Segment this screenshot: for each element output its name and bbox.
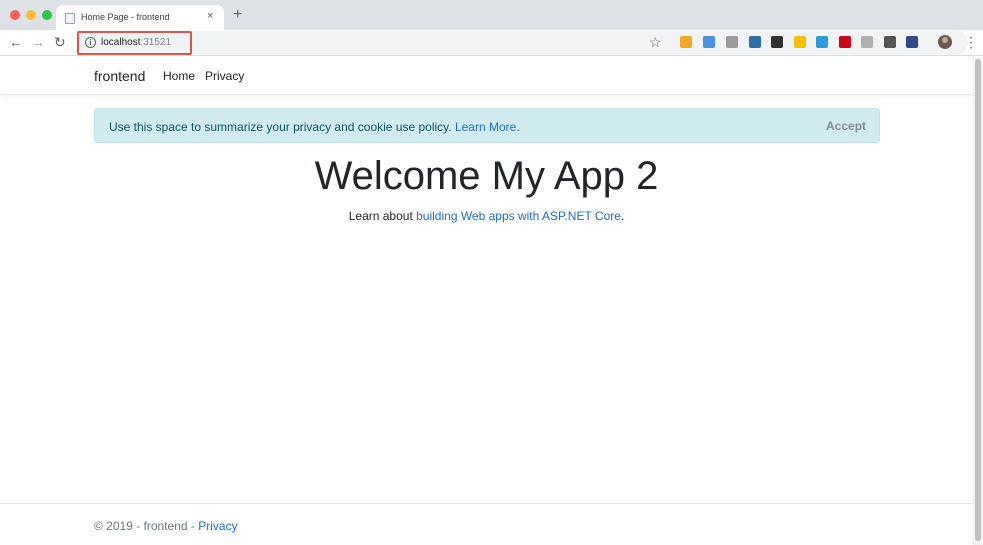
tab-close-icon[interactable]: × <box>207 10 213 22</box>
url-port: :31521 <box>140 37 172 48</box>
minimize-window-button[interactable] <box>26 10 36 20</box>
tab-title: Home Page - frontend <box>81 12 170 22</box>
address-bar[interactable] <box>76 31 968 55</box>
extension-icon[interactable] <box>703 36 715 48</box>
profile-avatar[interactable] <box>938 35 952 49</box>
scrollbar-thumb[interactable] <box>975 59 981 541</box>
browser-tabstrip: Home Page - frontend × + <box>0 0 983 30</box>
bookmark-star-icon[interactable]: ☆ <box>649 34 662 50</box>
aspnet-docs-link[interactable]: building Web apps with ASP.NET Core <box>416 209 621 223</box>
browser-tab[interactable]: Home Page - frontend × <box>56 5 224 30</box>
nav-home-link[interactable]: Home <box>163 69 195 83</box>
cookie-text: Use this space to summarize your privacy… <box>109 120 452 134</box>
url-host: localhost <box>101 37 141 48</box>
maximize-window-button[interactable] <box>42 10 52 20</box>
extension-icon[interactable] <box>680 36 692 48</box>
site-footer: © 2019 - frontend - Privacy <box>0 503 973 545</box>
close-window-button[interactable] <box>10 10 20 20</box>
page-scrollbar[interactable] <box>973 57 983 545</box>
learn-prefix: Learn about <box>348 209 417 223</box>
cookie-consent-alert: Use this space to summarize your privacy… <box>94 108 880 143</box>
extension-icon[interactable] <box>861 36 873 48</box>
forward-arrow-icon[interactable]: → <box>31 35 45 49</box>
site-info-icon[interactable]: i <box>85 37 96 48</box>
site-navbar: frontend Home Privacy <box>0 57 973 95</box>
browser-menu-icon[interactable]: ⋮ <box>964 34 978 50</box>
navbar-brand[interactable]: frontend <box>94 68 145 84</box>
back-arrow-icon[interactable]: ← <box>9 35 23 49</box>
extension-icon[interactable] <box>749 36 761 48</box>
extension-icon[interactable] <box>771 36 783 48</box>
extension-icon[interactable] <box>794 36 806 48</box>
cookie-message: Use this space to summarize your privacy… <box>109 120 520 134</box>
learn-suffix: . <box>620 209 625 223</box>
extension-icon[interactable] <box>726 36 738 48</box>
extension-icon[interactable] <box>839 36 851 48</box>
learn-about-text: Learn about building Web apps with ASP.N… <box>0 209 973 223</box>
extension-icon[interactable] <box>884 36 896 48</box>
extension-icon[interactable] <box>816 36 828 48</box>
nav-privacy-link[interactable]: Privacy <box>205 69 244 83</box>
reload-icon[interactable]: ↻ <box>54 35 66 49</box>
url-text[interactable]: localhost:31521 <box>101 37 171 48</box>
learn-more-link[interactable]: Learn More <box>455 120 516 134</box>
footer-copyright: © 2019 - frontend - <box>94 519 199 533</box>
extension-icon[interactable] <box>906 36 918 48</box>
footer-privacy-link[interactable]: Privacy <box>198 519 237 533</box>
cookie-period: . <box>516 120 520 134</box>
footer-text: © 2019 - frontend - Privacy <box>94 519 238 533</box>
page-title: Welcome My App 2 <box>314 154 659 198</box>
accept-cookie-button[interactable]: Accept <box>826 119 866 133</box>
new-tab-icon[interactable]: + <box>233 7 242 23</box>
page-favicon-icon <box>65 13 75 24</box>
